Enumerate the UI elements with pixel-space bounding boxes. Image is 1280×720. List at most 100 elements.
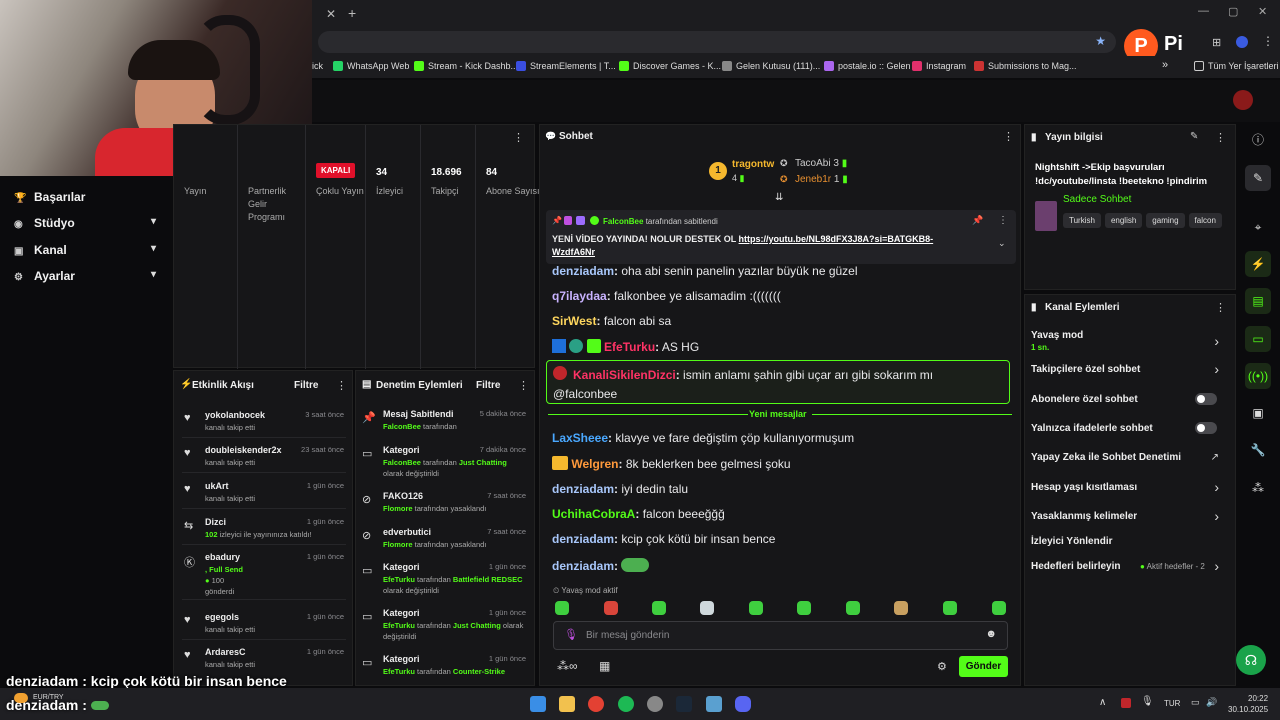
nav-item-achievements[interactable]: 🏆 Başarılar — [14, 190, 85, 204]
mic-icon[interactable]: 🎙 — [564, 628, 578, 641]
bookmark-item[interactable]: Submissions to Mag... — [974, 61, 1077, 71]
mic-icon[interactable]: 🎙 — [1141, 696, 1154, 707]
bookmark-item[interactable]: ick — [312, 61, 323, 71]
all-bookmarks-folder[interactable]: Tüm Yer İşaretleri — [1194, 61, 1279, 71]
browser-menu-icon[interactable]: ⋮ — [1262, 34, 1274, 48]
setting-host[interactable]: İzleyici Yönlendir — [1031, 536, 1225, 547]
category-link[interactable]: Sadece Sohbet — [1063, 194, 1131, 205]
new-tab-icon[interactable]: + — [348, 5, 356, 21]
tray-app-icon[interactable] — [1121, 698, 1131, 708]
setting-emotes-only[interactable]: Yalnızca ifadelerle sohbet — [1031, 422, 1225, 434]
tray-chevron-icon[interactable]: ∧ — [1099, 697, 1106, 708]
obs-icon[interactable] — [647, 696, 663, 712]
bookmark-item[interactable]: Gelen Kutusu (111)... — [722, 61, 820, 71]
setting-slow-mode[interactable]: Yavaş mod 1 sn. › — [1031, 330, 1225, 352]
window-close-icon[interactable]: ✕ — [1258, 5, 1267, 18]
extensions-icon[interactable]: ⊞ — [1212, 36, 1221, 49]
broadcast-icon[interactable]: ((•)) — [1245, 363, 1271, 389]
chat-icon[interactable]: ▭ — [1245, 326, 1271, 352]
category-thumbnail[interactable] — [1035, 201, 1057, 231]
nav-item-settings[interactable]: ⚙ Ayarlar ▾ — [14, 269, 172, 283]
bookmark-item[interactable]: postale.io :: Gelen — [824, 61, 911, 71]
emote-button[interactable] — [604, 601, 618, 615]
bookmark-item[interactable]: Instagram — [912, 61, 966, 71]
discord-icon[interactable] — [735, 696, 751, 712]
account-icon[interactable] — [1236, 36, 1248, 48]
emote-button[interactable] — [846, 601, 860, 615]
subscribers-only-toggle[interactable] — [1195, 393, 1217, 405]
gifter-name[interactable]: TacoAbi 3 ▮ — [795, 158, 847, 169]
apps-icon[interactable]: ⁂ — [1245, 475, 1271, 501]
setting-goals[interactable]: Hedefleri belirleyin ● Aktif hedefler - 2… — [1031, 558, 1225, 574]
emote-button[interactable] — [652, 601, 666, 615]
gifter-name[interactable]: Jeneb1r 1 ▮ — [795, 174, 848, 185]
emote-button[interactable] — [894, 601, 908, 615]
bolt-icon[interactable]: ⚡ — [1245, 251, 1271, 277]
kick-coins-icon[interactable]: ⁂∞ — [557, 659, 578, 673]
language-indicator[interactable]: TUR — [1164, 699, 1180, 708]
nav-item-studio[interactable]: ◉ Stüdyo ▾ — [14, 216, 172, 230]
extension-icon[interactable]: Pi — [1164, 33, 1183, 56]
edit-icon[interactable]: ✎ — [1190, 131, 1198, 142]
target-icon[interactable]: ⌖ — [1245, 214, 1271, 240]
gifter-name[interactable]: tragontw — [732, 159, 774, 170]
maximize-icon[interactable]: ▢ — [1228, 5, 1238, 18]
tag[interactable]: Turkish — [1063, 213, 1101, 228]
emote-button[interactable] — [700, 601, 714, 615]
tag[interactable]: english — [1104, 213, 1143, 228]
bookmark-item[interactable]: StreamElements | T... — [516, 61, 616, 71]
emote-button[interactable] — [749, 601, 763, 615]
bookmarks-more-icon[interactable]: » — [1162, 59, 1168, 71]
chevron-down-icon[interactable]: ⌄ — [998, 238, 1006, 249]
url-input[interactable]: ★ — [318, 31, 1116, 53]
pin-icon[interactable]: 📌 — [972, 215, 983, 226]
emote-button[interactable] — [797, 601, 811, 615]
emotes-only-toggle[interactable] — [1195, 422, 1217, 434]
moderation-filter-button[interactable]: Filtre — [476, 380, 500, 391]
emote-button[interactable] — [943, 601, 957, 615]
emoji-icon[interactable]: ☻ — [985, 628, 997, 640]
more-options-icon[interactable]: ⋮ — [998, 215, 1008, 226]
spotify-icon[interactable] — [618, 696, 634, 712]
layout-icon[interactable]: ▣ — [1245, 400, 1271, 426]
tab-close-icon[interactable]: ✕ — [326, 7, 336, 21]
chrome-icon[interactable] — [588, 696, 604, 712]
chat-settings-icon[interactable]: ⚙ — [937, 660, 947, 673]
tag[interactable]: gaming — [1146, 213, 1185, 228]
info-icon[interactable]: ⓘ — [1245, 127, 1271, 153]
more-options-icon[interactable]: ⋮ — [1215, 301, 1226, 314]
steam-icon[interactable] — [676, 696, 692, 712]
minimize-icon[interactable]: — — [1198, 5, 1209, 17]
more-options-icon[interactable]: ⋮ — [1003, 130, 1014, 143]
clock-date[interactable]: 30.10.2025 — [1228, 705, 1268, 714]
activity-filter-button[interactable]: Filtre — [294, 380, 318, 391]
file-explorer-icon[interactable] — [559, 696, 575, 712]
volume-icon[interactable]: 🔊 — [1206, 697, 1217, 708]
edit-icon[interactable]: ✎ — [1245, 165, 1271, 191]
monitor-icon[interactable]: ▭ — [1191, 697, 1200, 708]
nav-item-channel[interactable]: ▣ Kanal ▾ — [14, 243, 172, 257]
bookmark-star-icon[interactable]: ★ — [1095, 34, 1106, 48]
clock-time[interactable]: 20:22 — [1248, 694, 1268, 703]
support-button[interactable]: ☊ — [1236, 645, 1266, 675]
bookmark-item[interactable]: Discover Games - K... — [619, 61, 721, 71]
tag[interactable]: falcon — [1188, 213, 1222, 228]
list-icon[interactable]: ▤ — [1245, 288, 1271, 314]
more-options-icon[interactable]: ⋮ — [336, 379, 347, 392]
start-icon[interactable] — [530, 696, 546, 712]
expand-icon[interactable]: ⇊ — [775, 192, 783, 203]
more-options-icon[interactable]: ⋮ — [518, 379, 529, 392]
app-icon[interactable] — [706, 696, 722, 712]
setting-account-age[interactable]: Hesap yaşı kısıtlaması › — [1031, 479, 1225, 495]
bookmark-item[interactable]: Stream - Kick Dashb... — [414, 61, 518, 71]
setting-ai-moderation[interactable]: Yapay Zeka ile Sohbet Denetimi ↗ — [1031, 452, 1225, 463]
send-button[interactable]: Gönder — [959, 656, 1008, 677]
more-options-icon[interactable]: ⋮ — [1215, 131, 1226, 144]
setting-subscribers-only[interactable]: Abonelere özel sohbet — [1031, 393, 1225, 405]
setting-banned-words[interactable]: Yasaklanmış kelimeler › — [1031, 508, 1225, 524]
user-avatar[interactable] — [1233, 90, 1253, 110]
emote-button[interactable] — [992, 601, 1006, 615]
chat-input[interactable]: 🎙 Bir mesaj gönderin ☻ — [553, 621, 1008, 650]
tools-icon[interactable]: 🔧 — [1245, 437, 1271, 463]
setting-followers-only[interactable]: Takipçilere özel sohbet › — [1031, 361, 1225, 377]
